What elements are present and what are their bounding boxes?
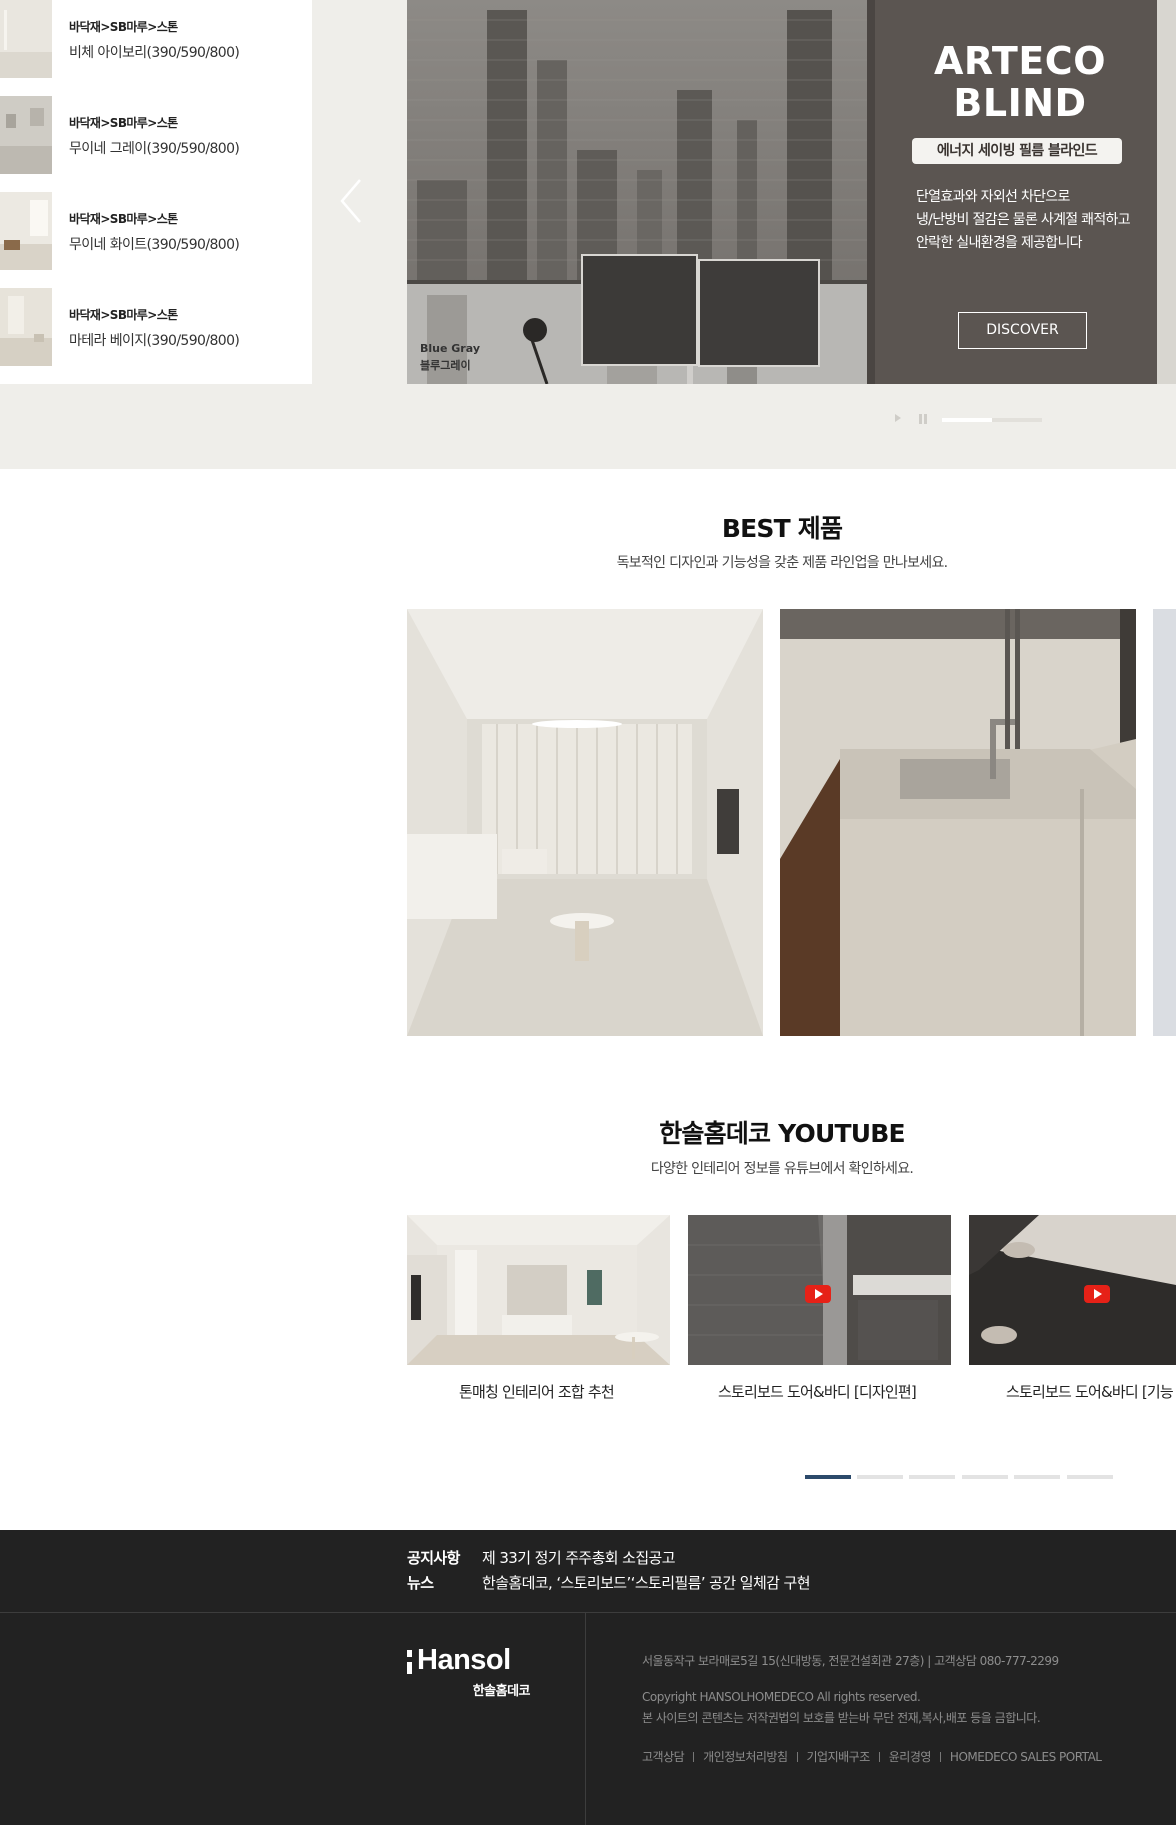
youtube-video-card[interactable] [969,1215,1176,1365]
link-separator [796,1752,798,1762]
youtube-pager-dot[interactable] [962,1475,1008,1479]
logo-text: Hansol [417,1644,511,1676]
youtube-pager-dot[interactable] [909,1475,955,1479]
banner-desc-line: 냉/난방비 절감은 물론 사계절 쾌적하고 [916,212,1131,228]
color-name-en: Blue Gray [420,342,480,355]
product-name: 비체 아이보리(390/590/800) [69,45,240,61]
product-category: 바닥재>SB마루>스톤 [69,212,178,226]
living-room-image [407,609,763,1036]
footer-link-privacy[interactable]: 개인정보처리방침 [703,1750,788,1764]
banner-title: ARTECO BLIND [912,40,1128,124]
youtube-pager-dot[interactable] [857,1475,903,1479]
best-product-card-peek [1153,609,1176,1036]
product-item[interactable]: 바닥재>SB마루>스톤 무이네 화이트(390/590/800) [0,192,312,270]
product-peek-image [1153,609,1176,1036]
product-category: 바닥재>SB마루>스톤 [69,116,178,130]
product-thumbnail [0,192,52,270]
product-item[interactable]: 바닥재>SB마루>스톤 마테라 베이지(390/590/800) [0,288,312,366]
video-thumbnail [969,1215,1176,1365]
hansol-logo[interactable]: Hansol 한솔홈데코 [407,1644,532,1704]
video-title[interactable]: 스토리보드 도어&바디 [디자인편] [718,1381,917,1402]
youtube-play-icon[interactable] [1084,1285,1110,1303]
notice-link[interactable]: 제 33기 정기 주주총회 소집공고 [482,1547,676,1568]
footer-link-governance[interactable]: 기업지배구조 [807,1750,871,1764]
link-separator [939,1752,941,1762]
product-item[interactable]: 바닥재>SB마루>스톤 비체 아이보리(390/590/800) [0,0,312,78]
recent-product-list: 바닥재>SB마루>스톤 비체 아이보리(390/590/800) 바닥재>SB마… [0,0,312,384]
banner-desc-line: 안락한 실내환경을 제공합니다 [916,235,1083,251]
youtube-pager-dot[interactable] [805,1475,851,1479]
product-category: 바닥재>SB마루>스톤 [69,20,178,34]
product-thumbnail [0,0,52,78]
best-section-subtitle: 독보적인 디자인과 기능성을 갖춘 제품 라인업을 만나보세요. [616,555,948,571]
youtube-video-card[interactable] [688,1215,951,1365]
kitchen-image [780,609,1136,1036]
best-section-title: BEST 제품 [721,514,843,543]
play-icon[interactable] [894,413,902,423]
footer-address: 서울동작구 보라매로5길 15(신대방동, 전문건설회관 27층) | 고객상담… [642,1654,1059,1668]
pause-icon[interactable] [918,414,928,424]
footer-link-sales-portal[interactable]: HOMEDECO SALES PORTAL [950,1750,1102,1764]
footer-links: 고객상담 개인정보처리방침 기업지배구조 윤리경영 HOMEDECO SALES POR… [642,1748,1102,1765]
youtube-play-icon[interactable] [805,1285,831,1303]
product-name: 무이네 그레이(390/590/800) [69,141,240,157]
youtube-pager-dot[interactable] [1014,1475,1060,1479]
video-title[interactable]: 스토리보드 도어&바디 [기능 [1006,1381,1174,1402]
product-item[interactable]: 바닥재>SB마루>스톤 무이네 그레이(390/590/800) [0,96,312,174]
link-separator [878,1752,880,1762]
slide-progress-track [942,418,1042,422]
notice-label: 공지사항 [407,1549,460,1567]
video-thumbnail [407,1215,670,1365]
logo-subtext: 한솔홈데코 [472,1684,531,1699]
banner-desc-line: 단열효과와 자외선 차단으로 [916,189,1070,205]
news-label: 뉴스 [407,1574,434,1592]
youtube-pager-dot[interactable] [1067,1475,1113,1479]
slide-progress-fill [942,418,992,422]
news-link[interactable]: 한솔홈데코, ‘스토리보드’‘스토리필름’ 공간 일체감 구현 [482,1572,811,1593]
footer-vertical-divider [585,1613,586,1825]
discover-button[interactable]: DISCOVER [958,312,1087,349]
best-product-card[interactable] [407,609,763,1036]
banner-badge: 에너지 세이빙 필름 블라인드 [912,138,1122,164]
video-title[interactable]: 톤매칭 인테리어 조합 추천 [459,1381,615,1402]
color-name-ko: 블루그레이 [420,359,471,372]
logo-mark-icon [407,1650,412,1674]
footer-copyright: Copyright HANSOLHOMEDECO All rights rese… [642,1690,921,1704]
footer-link-ethics[interactable]: 윤리경영 [889,1750,932,1764]
footer-copy-notice: 본 사이트의 콘텐츠는 저작권법의 보호를 받는바 무단 전재,복사,배포 등을… [642,1711,1041,1725]
footer-divider [0,1612,1176,1613]
top-band: 바닥재>SB마루>스톤 비체 아이보리(390/590/800) 바닥재>SB마… [0,0,1176,469]
youtube-section-title: 한솔홈데코 YOUTUBE [659,1119,905,1148]
product-thumbnail [0,96,52,174]
banner-title-line2: BLIND [953,81,1087,125]
product-category: 바닥재>SB마루>스톤 [69,308,178,322]
product-name: 마테라 베이지(390/590/800) [69,333,240,349]
color-caption: Blue Gray 블루그레이 [420,340,480,374]
chevron-left-icon[interactable] [336,176,366,226]
banner-description: 단열효과와 자외선 차단으로 냉/난방비 절감은 물론 사계절 쾌적하고 안락한… [916,186,1156,255]
youtube-video-card[interactable] [407,1215,670,1365]
banner-title-line1: ARTECO [933,39,1107,83]
footer-link-customer[interactable]: 고객상담 [642,1750,685,1764]
product-name: 무이네 화이트(390/590/800) [69,237,240,253]
best-product-card[interactable] [780,609,1136,1036]
link-separator [693,1752,695,1762]
next-slide-peek [1157,0,1176,384]
product-thumbnail [0,288,52,366]
youtube-section-subtitle: 다양한 인테리어 정보를 유튜브에서 확인하세요. [650,1161,914,1177]
